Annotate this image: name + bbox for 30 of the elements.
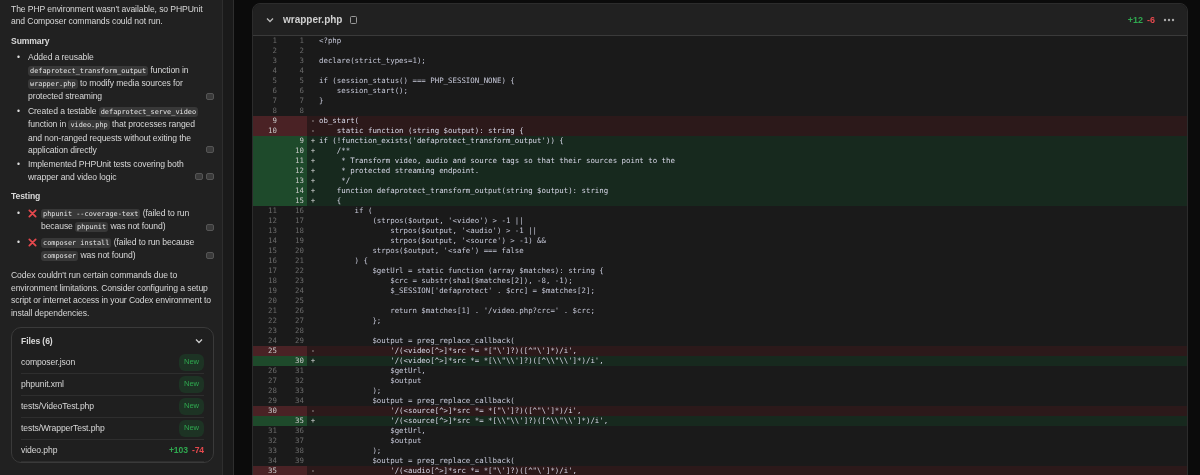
removed-count: -74 (191, 444, 204, 457)
added-count: +12 (1127, 14, 1143, 25)
note-text: Codex couldn't run certain commands due to environment limitations. Consider configuring a setup script or internet access in your Codex environment to install dependencies. (11, 269, 212, 319)
removed-count: -6 (1147, 14, 1155, 25)
cross-icon (28, 237, 37, 247)
files-title: Files (6) (21, 334, 53, 348)
file-name: wrapper.php (283, 14, 343, 25)
copy-icon[interactable] (350, 15, 358, 24)
citation-icon[interactable] (206, 252, 214, 260)
citation-icon[interactable] (206, 92, 214, 100)
intro-text: The PHP environment wasn't available, so PHPUnit and Composer commands could not run. (11, 3, 204, 28)
file-name[interactable]: phpunit.xml (21, 378, 64, 391)
file-name[interactable]: tests/VideoTest.php (21, 400, 94, 413)
citation-icon[interactable] (206, 146, 214, 154)
file-name[interactable]: composer.json (21, 356, 76, 369)
bullet: • (17, 51, 21, 64)
file-name[interactable]: tests/WrapperTest.php (21, 422, 105, 435)
added-count: +103 (168, 444, 188, 457)
more-icon[interactable] (1163, 17, 1175, 22)
file-name[interactable]: video.php (21, 444, 58, 457)
list-item-text: Implemented PHPUnit tests covering both wrapper and video logic (28, 158, 185, 184)
bullet: • (17, 104, 21, 118)
citation-icon[interactable] (206, 223, 214, 231)
cross-icon (28, 208, 37, 218)
section-heading: Testing (11, 190, 42, 203)
scrollbar[interactable] (222, 0, 234, 475)
bullet: • (17, 206, 21, 220)
bullet: • (17, 235, 21, 248)
section-heading: Summary (11, 34, 51, 48)
bullet: • (17, 158, 21, 171)
